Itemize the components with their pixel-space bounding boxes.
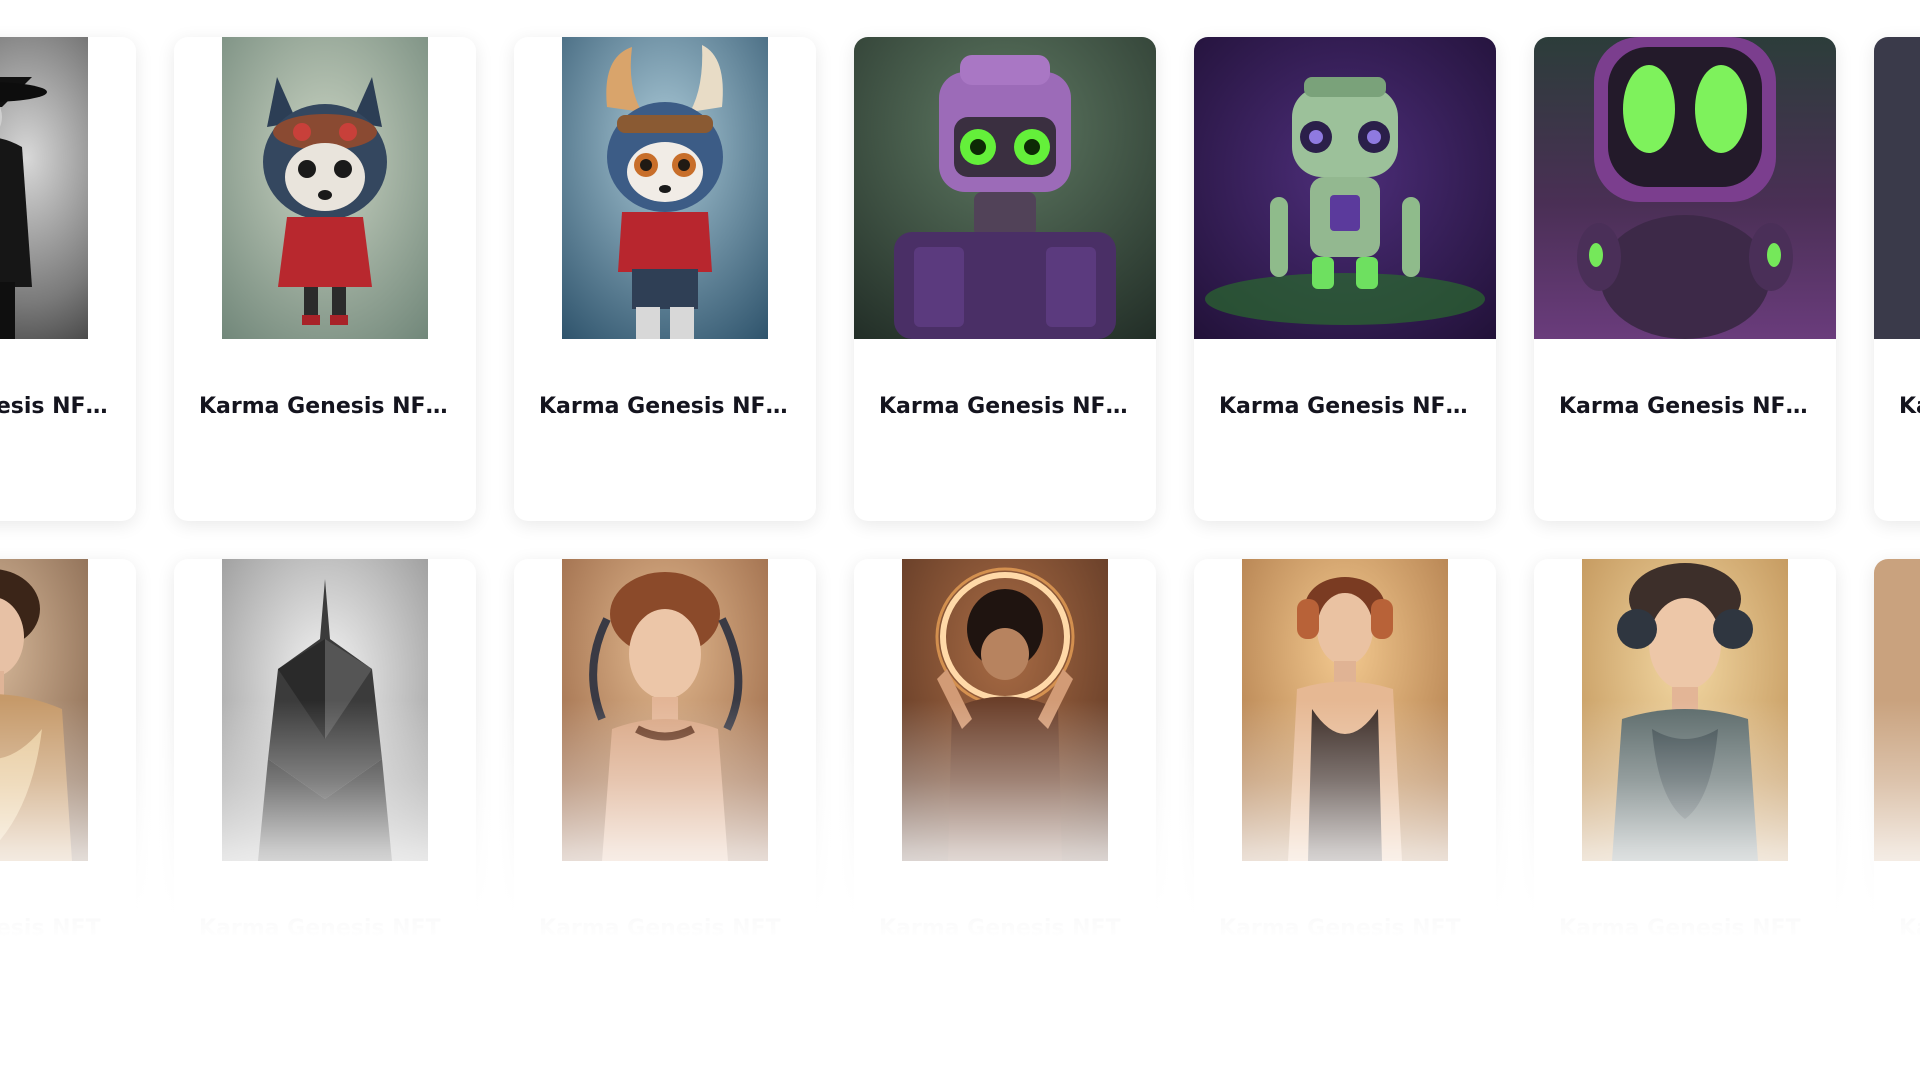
nft-card-media <box>514 559 816 861</box>
green-robot-toy-artwork <box>1194 37 1496 339</box>
nft-card-title[interactable]: Karma Genesis NFT ... <box>1899 392 1920 422</box>
nft-gallery-viewport: Karma Genesis NFT ... <box>0 0 1920 1080</box>
offscreen-artwork <box>1874 37 1920 339</box>
nft-card[interactable]: Karma Genesis NFT ... <box>1874 37 1920 521</box>
nft-card-media <box>0 559 136 861</box>
cyborg-woman-cables-artwork <box>562 559 768 861</box>
nft-card[interactable]: Karma Genesis NFT <box>0 559 136 1043</box>
nft-card-media <box>854 559 1156 861</box>
nft-card-title[interactable]: Karma Genesis NFT <box>879 914 1131 944</box>
nft-card-media <box>0 37 136 339</box>
woman-glowing-ring-artwork <box>902 559 1108 861</box>
nft-card-title[interactable]: Karma Genesis NFT <box>1219 914 1471 944</box>
nft-card-media <box>1194 37 1496 339</box>
nft-card-media <box>174 37 476 339</box>
offscreen-artwork <box>1874 559 1920 861</box>
nft-card[interactable]: Karma Genesis NFT ... <box>854 37 1156 521</box>
nft-card[interactable]: Karma Genesis NFT <box>174 559 476 1043</box>
nft-card-title[interactable]: Karma Genesis NFT ... <box>539 392 791 422</box>
nft-card-title[interactable]: Karma Genesis NFT <box>1559 914 1811 944</box>
nft-card[interactable]: Karma Genesis NFT ... <box>174 37 476 521</box>
nft-card-title[interactable]: Karma Genesis NFT ... <box>1559 392 1811 422</box>
nft-card[interactable]: Karma Genesis NFT <box>854 559 1156 1043</box>
nft-card[interactable]: Karma Genesis NFT ... <box>514 37 816 521</box>
glossy-purple-robot-artwork <box>1534 37 1836 339</box>
nft-card-media <box>514 37 816 339</box>
nft-card-grid: Karma Genesis NFT ... <box>0 37 1920 1043</box>
nft-card[interactable]: Karma Genesis NFT ... <box>1194 37 1496 521</box>
nft-card[interactable]: Karma Genesis NFT ... <box>1534 37 1836 521</box>
nft-card-title[interactable]: Karma Genesis NFT <box>199 914 451 944</box>
nft-card-title[interactable]: Karma Genesis NFT ... <box>1219 392 1471 422</box>
nft-card[interactable]: Karma Genesis NFT ... <box>0 37 136 521</box>
nft-card-title[interactable]: Karma Genesis NFT <box>1899 914 1920 944</box>
nft-card-title[interactable]: Karma Genesis NFT ... <box>0 392 111 422</box>
nft-card-media <box>1874 559 1920 861</box>
nft-card[interactable]: Karma Genesis NFT <box>1874 559 1920 1043</box>
nft-card[interactable]: Karma Genesis NFT <box>1194 559 1496 1043</box>
feathered-raccoon-artwork <box>562 37 768 339</box>
nft-card[interactable]: Karma Genesis NFT <box>514 559 816 1043</box>
nft-card-media <box>1874 37 1920 339</box>
nft-card-title[interactable]: Karma Genesis NFT <box>0 914 111 944</box>
nft-card-media <box>1534 37 1836 339</box>
nft-card-media <box>854 37 1156 339</box>
cyborg-woman-headset-artwork <box>1582 559 1788 861</box>
woman-gold-dress-artwork <box>0 559 88 861</box>
woman-headphones-artwork <box>1242 559 1448 861</box>
nft-card-media <box>1194 559 1496 861</box>
steampunk-fox-artwork <box>222 37 428 339</box>
purple-robot-green-eyes-artwork <box>854 37 1156 339</box>
geometric-mask-artwork <box>222 559 428 861</box>
dark-pirate-figure-artwork <box>0 37 88 339</box>
nft-card-media <box>174 559 476 861</box>
nft-card-title[interactable]: Karma Genesis NFT <box>539 914 791 944</box>
nft-card-title[interactable]: Karma Genesis NFT ... <box>199 392 451 422</box>
nft-card-title[interactable]: Karma Genesis NFT ... <box>879 392 1131 422</box>
nft-card-media <box>1534 559 1836 861</box>
nft-card[interactable]: Karma Genesis NFT <box>1534 559 1836 1043</box>
